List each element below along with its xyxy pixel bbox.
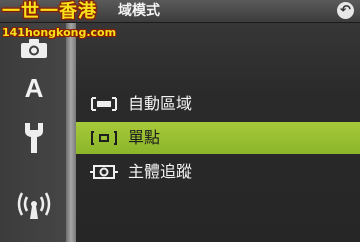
watermark-title: 一世一香港 xyxy=(2,1,97,22)
auto-mode-icon: A xyxy=(24,72,44,103)
menu-item-single-point[interactable]: 單點 xyxy=(76,122,360,154)
menu-item-label: 主體追蹤 xyxy=(128,162,193,181)
watermark-url: 141hongkong.com xyxy=(2,26,117,39)
tab-setup[interactable] xyxy=(8,118,60,158)
menu-item-label: 自動區域 xyxy=(128,94,193,113)
single-point-icon xyxy=(90,128,118,148)
tab-auto-mode[interactable]: A xyxy=(8,68,60,108)
back-arrow-icon: ↶ xyxy=(340,3,351,18)
camera-menu-screen: 域模式 ↶ 一世一香港 141hongkong.com A 自動區域 單點 主體… xyxy=(0,0,360,242)
menu-item-label: 單點 xyxy=(128,128,161,147)
menu-item-subject-tracking[interactable]: 主體追蹤 xyxy=(76,156,360,188)
auto-area-icon xyxy=(90,94,118,114)
back-button[interactable]: ↶ xyxy=(337,2,354,19)
tab-wireless[interactable] xyxy=(8,186,60,226)
watermark: 一世一香港 141hongkong.com xyxy=(0,0,120,44)
subject-tracking-icon xyxy=(90,162,118,182)
wrench-icon xyxy=(25,123,43,153)
wireless-icon xyxy=(17,192,51,219)
sidebar-divider xyxy=(66,23,76,242)
page-title: 域模式 xyxy=(118,3,160,19)
menu-item-auto-area[interactable]: 自動區域 xyxy=(76,88,360,120)
